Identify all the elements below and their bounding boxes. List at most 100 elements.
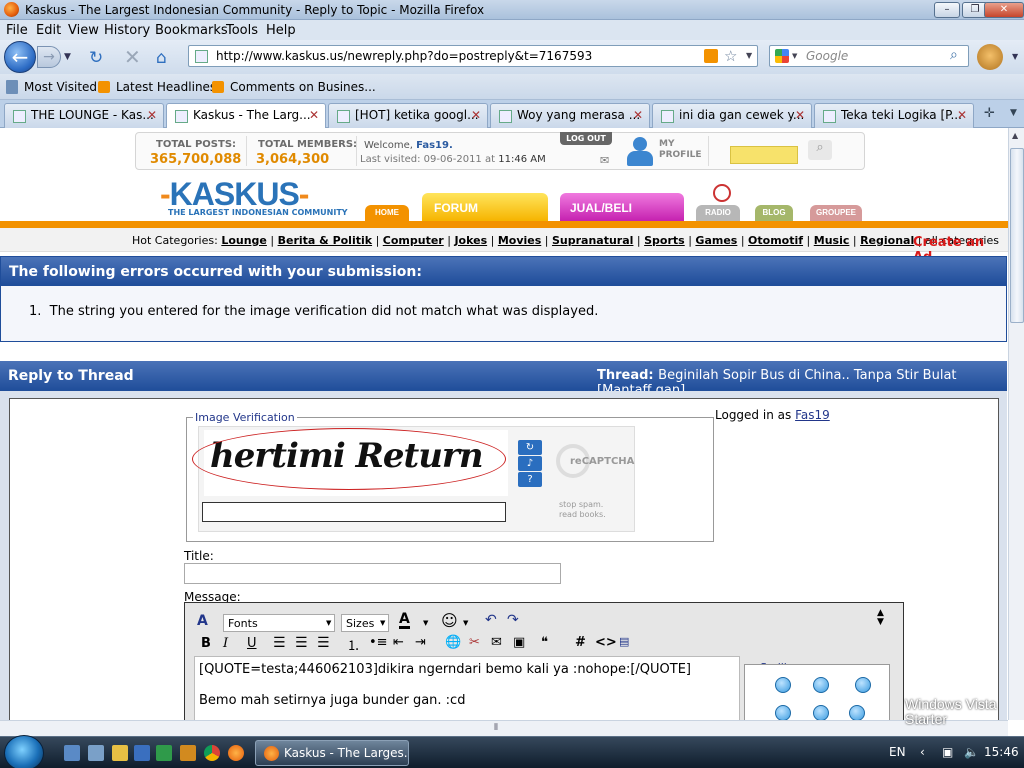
insert-image-icon[interactable]: ▣ <box>513 635 525 650</box>
menu-bookmarks[interactable]: Bookmarks <box>155 23 228 38</box>
category-lounge[interactable]: Lounge <box>221 234 267 247</box>
search-engine-dropdown-icon[interactable]: ▼ <box>792 52 797 60</box>
horizontal-scrollbar[interactable]: ⦀ <box>0 720 1008 736</box>
excel-icon[interactable] <box>156 745 172 761</box>
home-icon[interactable]: ⌂ <box>156 48 167 68</box>
tab-woy-yang[interactable]: Woy yang merasa ... ✕ <box>490 103 650 128</box>
tab-hot-google[interactable]: [HOT] ketika googl... ✕ <box>328 103 488 128</box>
title-input[interactable] <box>184 563 561 584</box>
explorer-icon[interactable] <box>112 745 128 761</box>
tab-close-icon[interactable]: ✕ <box>147 108 157 122</box>
tab-close-icon[interactable]: ✕ <box>471 108 481 122</box>
bookmark-latest-headlines[interactable]: Latest Headlines <box>116 80 216 94</box>
category-berita-politik[interactable]: Berita & Politik <box>278 234 372 247</box>
tab-close-icon[interactable]: ✕ <box>633 108 643 122</box>
php-code-icon[interactable]: ▤ <box>619 635 629 648</box>
bold-icon[interactable]: B <box>201 636 211 651</box>
tab-close-icon[interactable]: ✕ <box>957 108 967 122</box>
my-profile-link[interactable]: MY PROFILE <box>659 139 702 161</box>
site-search-icon[interactable]: ⌕ <box>808 140 832 160</box>
search-box[interactable]: ▼ Google ⌕ <box>769 45 969 67</box>
code-hash-icon[interactable]: # <box>575 635 586 650</box>
word-icon[interactable] <box>134 745 150 761</box>
smiley-icon[interactable] <box>813 677 829 693</box>
start-button[interactable] <box>4 735 44 768</box>
category-computer[interactable]: Computer <box>383 234 444 247</box>
tab-close-icon[interactable]: ✕ <box>309 108 319 122</box>
ordered-list-icon[interactable]: ⒈ <box>347 635 360 654</box>
smiley-icon[interactable] <box>813 705 829 720</box>
category-supranatural[interactable]: Supranatural <box>552 234 633 247</box>
close-window-button[interactable]: ✕ <box>984 2 1024 18</box>
undo-icon[interactable]: ↶ <box>485 612 497 628</box>
smiley-icon[interactable] <box>775 677 791 693</box>
search-icon[interactable]: ⌕ <box>950 47 958 63</box>
smiley-dropdown-icon[interactable]: ▼ <box>463 619 468 627</box>
menu-history[interactable]: History <box>104 23 150 38</box>
insert-email-icon[interactable]: ✉ <box>491 635 502 650</box>
category-jokes[interactable]: Jokes <box>454 234 487 247</box>
back-button[interactable]: ← <box>4 41 36 73</box>
nav-jual-beli[interactable]: JUAL/BELI <box>560 193 684 221</box>
nav-home[interactable]: HOME <box>365 205 409 221</box>
horizontal-grip-icon[interactable]: ⦀ <box>494 723 498 733</box>
mail-icon[interactable]: ✉ <box>600 154 609 167</box>
smiley-icon[interactable] <box>855 677 871 693</box>
forward-button[interactable]: → <box>37 46 61 68</box>
firefox-quicklaunch-icon[interactable] <box>228 745 244 761</box>
menu-tools[interactable]: Tools <box>226 23 258 38</box>
smiley-icon[interactable]: ☺ <box>441 611 458 630</box>
google-icon[interactable] <box>775 49 789 63</box>
underline-icon[interactable]: U <box>247 636 257 651</box>
rss-icon[interactable] <box>704 49 718 63</box>
menu-view[interactable]: View <box>68 23 99 38</box>
redo-icon[interactable]: ↷ <box>507 612 519 628</box>
text-color-icon[interactable]: A <box>399 612 410 629</box>
category-games[interactable]: Games <box>695 234 737 247</box>
smiley-icon[interactable] <box>849 705 865 720</box>
menu-help[interactable]: Help <box>266 23 296 38</box>
language-indicator[interactable]: EN <box>889 745 906 759</box>
tab-ini-dia[interactable]: ini dia gan cewek y... ✕ <box>652 103 812 128</box>
stop-icon[interactable]: ✕ <box>124 45 141 69</box>
logged-in-user-link[interactable]: Fas19 <box>795 408 830 422</box>
menu-file[interactable]: File <box>6 23 28 38</box>
vertical-scrollbar[interactable]: ▲ <box>1008 128 1024 720</box>
insert-link-icon[interactable]: 🌐 <box>445 635 461 650</box>
tab-teka-teki[interactable]: Teka teki Logika [P... ✕ <box>814 103 974 128</box>
captcha-audio-icon[interactable]: ♪ <box>518 456 542 471</box>
clock[interactable]: 15:46 <box>984 745 1019 759</box>
html-code-icon[interactable]: <> <box>595 635 617 650</box>
logout-button[interactable]: LOG OUT <box>560 132 612 145</box>
nav-radio[interactable]: RADIO <box>696 205 740 221</box>
bookmark-most-visited[interactable]: Most Visited <box>24 80 97 94</box>
align-center-icon[interactable]: ☰ <box>295 635 308 651</box>
volume-icon[interactable]: 🔈 <box>964 745 979 759</box>
addon-dropdown-icon[interactable]: ▼ <box>1012 52 1018 61</box>
tab-close-icon[interactable]: ✕ <box>795 108 805 122</box>
chrome-icon[interactable] <box>204 745 220 761</box>
app-icon[interactable] <box>180 745 196 761</box>
menu-edit[interactable]: Edit <box>36 23 61 38</box>
reload-icon[interactable]: ↻ <box>89 48 103 68</box>
show-desktop-icon[interactable] <box>64 745 80 761</box>
message-textarea[interactable]: [QUOTE=testa;446062103]dikira ngerndari … <box>194 656 740 720</box>
minimize-button[interactable]: – <box>934 2 960 18</box>
history-dropdown-icon[interactable]: ▼ <box>64 52 71 62</box>
italic-icon[interactable]: I <box>223 636 228 651</box>
bookmark-star-icon[interactable]: ☆ <box>724 47 737 65</box>
scroll-up-icon[interactable]: ▲ <box>1012 131 1018 140</box>
font-format-icon[interactable]: A <box>197 613 208 629</box>
profile-avatar-icon[interactable] <box>624 137 656 167</box>
tab-list-icon[interactable]: ▼ <box>1010 108 1017 118</box>
bookmark-comments-business[interactable]: Comments on Busines... <box>230 80 376 94</box>
align-left-icon[interactable]: ☰ <box>273 635 286 651</box>
category-otomotif[interactable]: Otomotif <box>748 234 803 247</box>
tab-the-lounge[interactable]: THE LOUNGE - Kas... ✕ <box>4 103 164 128</box>
color-dropdown-icon[interactable]: ▼ <box>423 619 428 627</box>
category-regional[interactable]: Regional <box>860 234 914 247</box>
nav-blog[interactable]: BLOG <box>755 205 793 221</box>
remove-link-icon[interactable]: ✂ <box>469 635 480 650</box>
category-music[interactable]: Music <box>814 234 850 247</box>
nav-forum[interactable]: FORUM <box>422 193 548 221</box>
